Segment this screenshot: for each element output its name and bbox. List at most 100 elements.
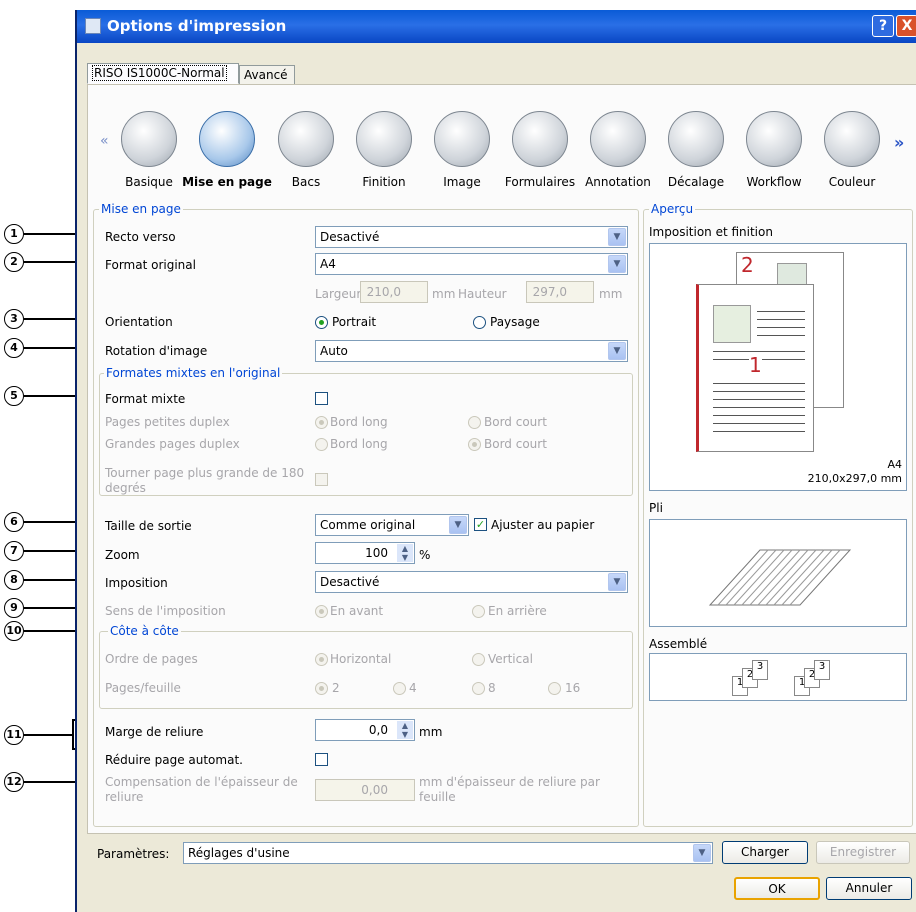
front-page: 1 <box>696 284 814 452</box>
ajuster-checkbox[interactable]: ✓ <box>474 518 487 531</box>
taille-select[interactable]: Comme original ▼ <box>315 514 469 536</box>
ok-button[interactable]: OK <box>734 877 820 900</box>
marge-input[interactable]: 0,0 ▲ ▼ <box>315 719 415 741</box>
cat-finition[interactable]: Finition <box>339 175 429 189</box>
finition-icon[interactable] <box>356 111 412 167</box>
main-panel: « » Basique Mise en page Bacs Finition I… <box>87 84 916 834</box>
workflow-icon[interactable] <box>746 111 802 167</box>
couleur-icon[interactable] <box>824 111 880 167</box>
tourner-checkbox <box>315 473 328 486</box>
grandes-bord-long-radio <box>315 438 328 451</box>
paysage-label[interactable]: Paysage <box>490 315 540 329</box>
scroll-right-button[interactable]: » <box>894 133 904 152</box>
close-button[interactable]: X <box>896 15 916 37</box>
reduire-checkbox[interactable] <box>315 753 328 766</box>
taille-value: Comme original <box>320 518 416 532</box>
portrait-label[interactable]: Portrait <box>332 315 376 329</box>
callout-bracket <box>72 719 74 749</box>
largeur-unit: mm <box>432 287 456 301</box>
tab-normal[interactable]: RISO IS1000C-Normal <box>87 63 239 84</box>
cat-basique[interactable]: Basique <box>104 175 194 189</box>
cote-group-title: Côte à côte <box>108 624 181 638</box>
fold-preview <box>649 519 907 627</box>
chevron-down-icon: ▼ <box>608 342 626 360</box>
format-mixte-checkbox[interactable] <box>315 392 328 405</box>
enregistrer-button: Enregistrer <box>816 841 910 864</box>
tab-avance[interactable]: Avancé <box>239 65 295 86</box>
cat-bacs[interactable]: Bacs <box>261 175 351 189</box>
p16-radio <box>548 682 561 695</box>
hauteur-input: 297,0 <box>526 281 594 303</box>
zoom-unit: % <box>419 548 431 562</box>
decalage-icon[interactable] <box>668 111 724 167</box>
cat-formulaires[interactable]: Formulaires <box>495 175 585 189</box>
cat-annotation[interactable]: Annotation <box>573 175 663 189</box>
tab-label: RISO IS1000C-Normal <box>92 65 227 81</box>
petites-label: Pages petites duplex <box>105 415 230 429</box>
cat-decalage[interactable]: Décalage <box>651 175 741 189</box>
recto-verso-select[interactable]: Desactivé ▼ <box>315 226 628 248</box>
callout-9: 9 <box>4 598 24 618</box>
p4-label: 4 <box>409 681 417 695</box>
callout-5: 5 <box>4 386 24 406</box>
imposition-finition-label: Imposition et finition <box>649 225 773 239</box>
horizontal-radio <box>315 653 328 666</box>
params-select[interactable]: Réglages d'usine ▼ <box>183 842 713 864</box>
image-icon[interactable] <box>434 111 490 167</box>
ajuster-label[interactable]: Ajuster au papier <box>491 518 594 532</box>
en-avant-radio <box>315 605 328 618</box>
sens-label: Sens de l'imposition <box>105 604 226 618</box>
vertical-radio <box>472 653 485 666</box>
cat-image[interactable]: Image <box>417 175 507 189</box>
annuler-button[interactable]: Annuler <box>826 877 912 900</box>
help-button[interactable]: ? <box>872 15 894 37</box>
rotation-label: Rotation d'image <box>105 344 208 358</box>
en-avant-label: En avant <box>330 604 384 618</box>
spinner-icon[interactable]: ▲ ▼ <box>397 544 413 562</box>
charger-button[interactable]: Charger <box>722 841 808 864</box>
rotation-select[interactable]: Auto ▼ <box>315 340 628 362</box>
chevron-down-icon: ▼ <box>608 573 626 591</box>
cat-couleur[interactable]: Couleur <box>807 175 897 189</box>
bacs-icon[interactable] <box>278 111 334 167</box>
en-arriere-label: En arrière <box>488 604 547 618</box>
p8-label: 8 <box>488 681 496 695</box>
cat-workflow[interactable]: Workflow <box>729 175 819 189</box>
paysage-radio[interactable] <box>473 316 486 329</box>
grandes-bord-court-label: Bord court <box>484 437 547 451</box>
compensation-label: Compensation de l'épaisseur de reliure <box>105 775 298 804</box>
callout-12: 12 <box>4 772 24 792</box>
callout-10: 10 <box>4 621 24 641</box>
callout-line <box>24 734 72 736</box>
marge-label: Marge de reliure <box>105 725 204 739</box>
format-original-select[interactable]: A4 ▼ <box>315 253 628 275</box>
formulaires-icon[interactable] <box>512 111 568 167</box>
scroll-left-button[interactable]: « <box>100 133 109 149</box>
spinner-icon[interactable]: ▲ ▼ <box>397 721 413 739</box>
cat-mise-en-page[interactable]: Mise en page <box>182 175 272 189</box>
petites-bord-long-radio <box>315 416 328 429</box>
mixed-group-title: Formates mixtes en l'original <box>104 366 283 380</box>
orientation-label: Orientation <box>105 315 173 329</box>
callout-6: 6 <box>4 512 24 532</box>
ordre-label: Ordre de pages <box>105 652 198 666</box>
annotation-icon[interactable] <box>590 111 646 167</box>
zoom-input[interactable]: 100 ▲ ▼ <box>315 542 415 564</box>
chevron-down-icon: ▼ <box>693 844 711 862</box>
layout-group-title: Mise en page <box>99 202 183 216</box>
preview-box: 2 1 A4 210,0x297,0 mm <box>649 243 907 491</box>
p2-label: 2 <box>332 681 340 695</box>
portrait-radio[interactable] <box>315 316 328 329</box>
recto-verso-value: Desactivé <box>320 230 380 244</box>
grandes-bord-long-label: Bord long <box>330 437 388 451</box>
reduire-label: Réduire page automat. <box>105 753 243 767</box>
p4-radio <box>393 682 406 695</box>
format-original-label: Format original <box>105 258 196 272</box>
imposition-value: Desactivé <box>320 575 380 589</box>
callout-1: 1 <box>4 224 24 244</box>
mise-en-page-icon[interactable] <box>199 111 255 167</box>
collate-page-3: 3 <box>814 660 830 680</box>
imposition-select[interactable]: Desactivé ▼ <box>315 571 628 593</box>
basique-icon[interactable] <box>121 111 177 167</box>
collate-page-3: 3 <box>752 660 768 680</box>
